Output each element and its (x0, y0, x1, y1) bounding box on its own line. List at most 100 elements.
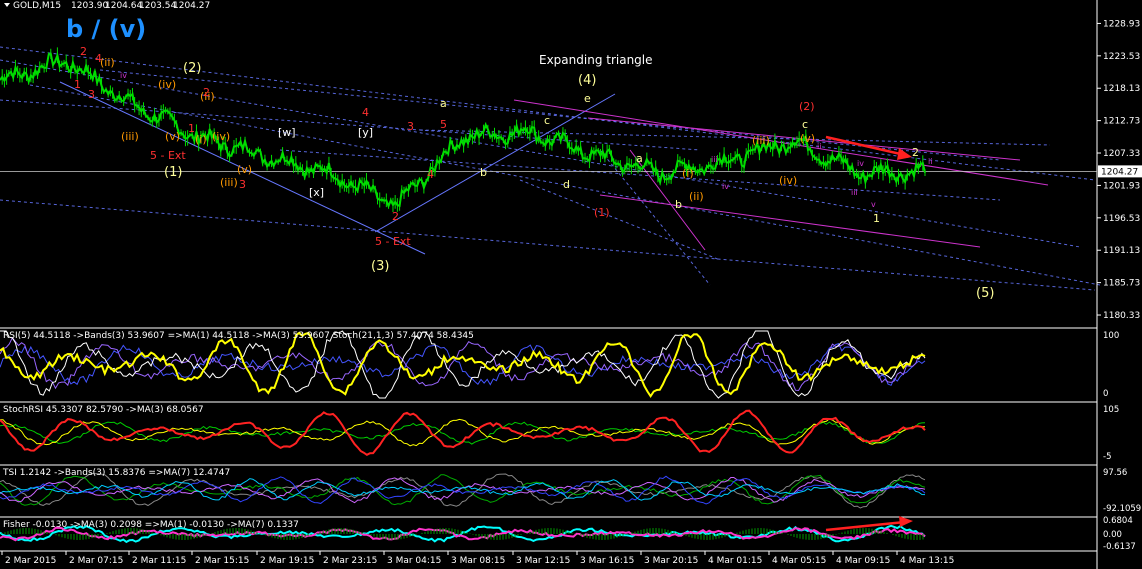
wave-label: iv (857, 159, 864, 168)
wave-label: c (802, 118, 808, 131)
wave-label: a (440, 97, 447, 110)
wave-label: (ii) (100, 56, 115, 69)
wave-label: (v) (165, 130, 180, 143)
price-tick-label: 1201.93 (1103, 181, 1140, 191)
wave-label: [x] (309, 186, 324, 199)
time-tick-label: 2 Mar 2015 (5, 556, 56, 566)
wave-label: iii (851, 188, 858, 197)
wave-label: c (544, 114, 550, 127)
wave-label: (i) (682, 167, 694, 180)
time-tick-label: 4 Mar 13:15 (900, 556, 954, 566)
wave-label: (i) (195, 133, 207, 146)
wave-label: (iv) (158, 78, 176, 91)
indicator-line (0, 477, 926, 504)
wave-label: b (480, 166, 487, 179)
wave-label: 3 (88, 88, 95, 101)
wave-label: b (675, 198, 682, 211)
wave-label: a (636, 152, 643, 165)
time-tick-label: 3 Mar 20:15 (644, 556, 698, 566)
trend-line-dashed (0, 99, 701, 151)
time-tick-label: 4 Mar 05:15 (772, 556, 826, 566)
indicator-axis-label: 0.00 (1103, 530, 1122, 540)
price-tick-label: 1228.93 (1103, 19, 1140, 29)
indicator-line (0, 472, 926, 509)
wave-label: 4 (427, 168, 434, 181)
wave-label: 5 (440, 118, 447, 131)
trend-line-dashed (0, 199, 1096, 291)
wave-label: (2) (799, 100, 815, 113)
pointer-arrow-head (899, 516, 913, 527)
wave-label: (3) (371, 259, 389, 274)
wave-label: 2 (80, 45, 87, 58)
time-tick-label: 3 Mar 08:15 (451, 556, 505, 566)
time-tick-label: 2 Mar 07:15 (69, 556, 123, 566)
wave-label: 2 (392, 210, 399, 223)
indicator-line (0, 474, 926, 506)
current-price-label: 1204.27 (1101, 167, 1138, 177)
wave-label: (1) (164, 165, 182, 180)
indicator-axis-label: -5 (1103, 452, 1111, 462)
wave-label: ii (928, 157, 932, 166)
indicator-line (0, 475, 926, 505)
price-tick-label: 1180.33 (1103, 311, 1140, 321)
price-tick-label: 1191.13 (1103, 246, 1140, 256)
wave-label: (ii) (689, 190, 704, 203)
time-tick-label: 2 Mar 15:15 (195, 556, 249, 566)
indicator-axis-label: 97.56 (1103, 468, 1127, 478)
time-tick-label: 2 Mar 23:15 (323, 556, 377, 566)
symbol-label: GOLD,M15 (13, 1, 61, 11)
indicator-line (0, 331, 926, 399)
wave-label: (iv) (779, 174, 797, 187)
wave-label: (5) (976, 286, 994, 301)
wave-label: iii (711, 155, 718, 164)
wave-label: ii (817, 142, 821, 151)
trend-line-solid (374, 93, 616, 233)
wave-label: (iv) (212, 130, 230, 143)
wave-label: 5 - Ext (375, 235, 411, 248)
price-tick-label: 1212.73 (1103, 117, 1140, 127)
wave-label: 5 - Ext (150, 149, 186, 162)
ohlc-value: 1204.64 (105, 1, 142, 11)
chart-canvas: 1228.93 1223.53 1218.13 1212.73 1207.33 1201.… (0, 0, 1142, 569)
indicator-axis-label: 0.6804 (1103, 516, 1133, 526)
indicator-axis-label: 0 (1103, 389, 1108, 399)
wave-label: (iii) (752, 134, 770, 147)
indicator-axis-label: 100 (1103, 331, 1119, 341)
wave-label: (4) (578, 73, 596, 88)
indicator-label: Fisher -0.0130 ->MA(3) 0.2098 =>MA(1) -0… (3, 520, 299, 530)
wave-label: [w] (278, 126, 296, 139)
wave-label: (v) (237, 163, 252, 176)
price-tick-label: 1207.33 (1103, 149, 1140, 159)
wave-label: d (563, 178, 570, 191)
indicator-axis-label: -0.6137 (1103, 542, 1136, 552)
wave-label: iv (120, 71, 127, 80)
price-tick-label: 1223.53 (1103, 52, 1140, 62)
wave-label: 3 (239, 178, 246, 191)
indicator-label: TSI 1.2142 ->Bands(3) 15.8376 =>MA(7) 12… (2, 468, 230, 478)
time-tick-label: 3 Mar 12:15 (516, 556, 570, 566)
time-tick-label: 4 Mar 09:15 (836, 556, 890, 566)
time-tick-label: 3 Mar 04:15 (387, 556, 441, 566)
wave-label: e (584, 92, 591, 105)
wave-label: [y] (358, 126, 373, 139)
pattern-label: Expanding triangle (539, 53, 653, 67)
wave-label: (v) (800, 132, 815, 145)
time-tick-label: 4 Mar 01:15 (708, 556, 762, 566)
indicator-line (0, 409, 926, 456)
wave-label: 2 (203, 86, 210, 99)
wave-label: (2) (183, 61, 201, 76)
time-tick-label: 3 Mar 16:15 (580, 556, 634, 566)
indicator-label: StochRSI 45.3307 82.5790 ->MA(3) 68.0567 (3, 405, 204, 415)
wave-label: v (871, 200, 876, 209)
time-tick-label: 2 Mar 19:15 (260, 556, 314, 566)
wave-title: b / (v) (66, 15, 146, 43)
time-tick-label: 2 Mar 11:15 (132, 556, 186, 566)
dropdown-icon (4, 3, 10, 7)
wave-label: (iii) (220, 176, 238, 189)
wave-label: (iii) (121, 130, 139, 143)
wave-label: 1 (188, 122, 195, 135)
wave-label: 4 (362, 106, 369, 119)
indicator-label: RSI(5) 44.5118 ->Bands(3) 53.9607 =>MA(1… (3, 331, 474, 341)
wave-label: 3 (407, 120, 414, 133)
indicator-axis-label: 105 (1103, 405, 1119, 415)
